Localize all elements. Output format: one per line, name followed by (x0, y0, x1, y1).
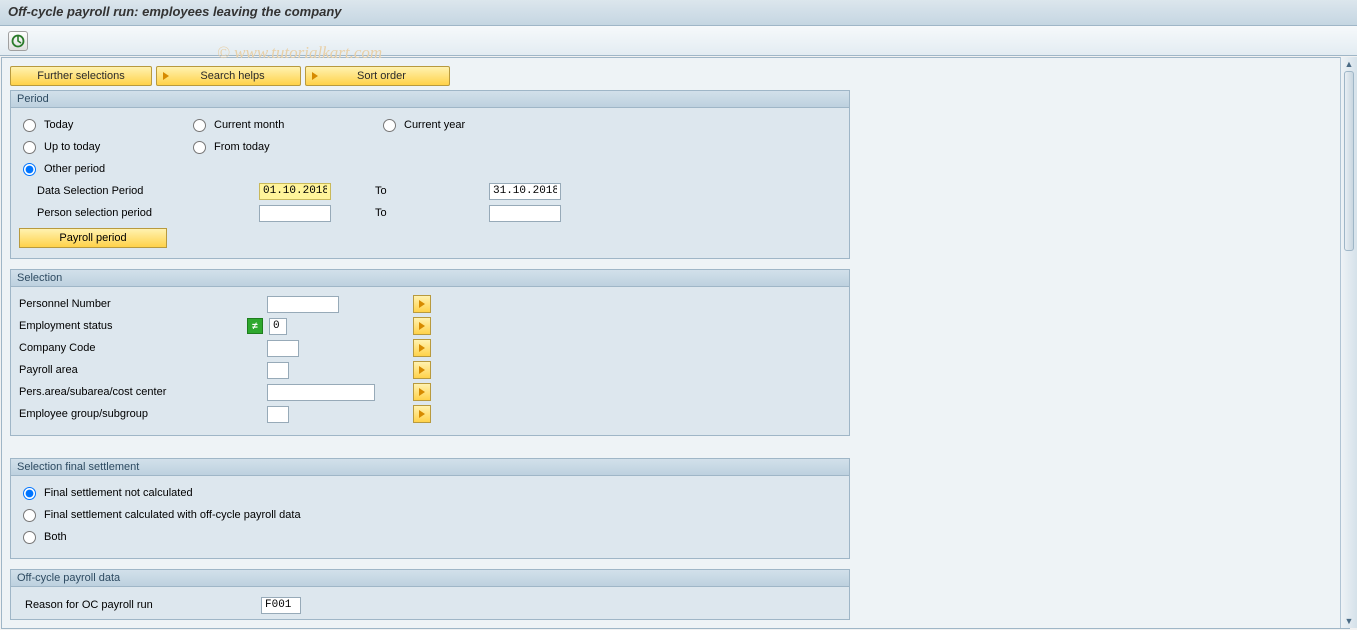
vertical-scrollbar[interactable]: ▲ ▼ (1340, 57, 1357, 628)
person-selection-to-input[interactable] (489, 205, 561, 222)
radio-fs-calculated[interactable] (23, 509, 36, 522)
employment-status-label: Employment status (19, 320, 247, 332)
payroll-area-input[interactable] (267, 362, 289, 379)
data-selection-period-label: Data Selection Period (19, 185, 257, 197)
to-label-2: To (355, 207, 435, 219)
personnel-number-label: Personnel Number (19, 298, 247, 310)
search-helps-label: Search helps (175, 70, 290, 82)
final-settlement-group: Selection final settlement Final settlem… (10, 458, 850, 559)
not-equal-icon[interactable] (247, 318, 263, 334)
employee-group-input[interactable] (267, 406, 289, 423)
radio-from-today-label: From today (214, 141, 270, 153)
personnel-number-input[interactable] (267, 296, 339, 313)
search-helps-button[interactable]: Search helps (156, 66, 301, 86)
execute-icon[interactable] (8, 31, 28, 51)
radio-up-to-today[interactable] (23, 141, 36, 154)
to-label-1: To (355, 185, 435, 197)
further-selections-button[interactable]: Further selections (10, 66, 152, 86)
pers-area-label: Pers.area/subarea/cost center (19, 386, 247, 398)
final-settlement-title: Selection final settlement (11, 459, 849, 476)
window-title: Off-cycle payroll run: employees leaving… (0, 0, 1357, 26)
company-code-more-button[interactable] (413, 339, 431, 357)
radio-up-to-today-label: Up to today (44, 141, 100, 153)
data-selection-from-input[interactable] (259, 183, 331, 200)
period-group: Period Today Up to today Other period Cu… (10, 90, 850, 259)
title-text: Off-cycle payroll run: employees leaving… (8, 4, 342, 19)
radio-today[interactable] (23, 119, 36, 132)
radio-today-label: Today (44, 119, 73, 131)
oc-payroll-title: Off-cycle payroll data (11, 570, 849, 587)
scroll-down-icon[interactable]: ▼ (1345, 616, 1354, 626)
radio-current-month[interactable] (193, 119, 206, 132)
radio-other-period-label: Other period (44, 163, 105, 175)
arrow-right-icon (419, 322, 425, 330)
payroll-period-label: Payroll period (59, 232, 126, 244)
person-selection-from-input[interactable] (259, 205, 331, 222)
radio-fs-both-label: Both (44, 531, 67, 543)
arrow-right-icon (163, 72, 169, 80)
period-group-title: Period (11, 91, 849, 108)
arrow-right-icon (419, 388, 425, 396)
radio-current-year-label: Current year (404, 119, 465, 131)
employee-group-label: Employee group/subgroup (19, 408, 247, 420)
reason-oc-input[interactable] (261, 597, 301, 614)
arrow-right-icon (419, 366, 425, 374)
selection-group-title: Selection (11, 270, 849, 287)
further-selections-label: Further selections (37, 70, 124, 82)
data-selection-to-input[interactable] (489, 183, 561, 200)
oc-payroll-group: Off-cycle payroll data Reason for OC pay… (10, 569, 850, 620)
scroll-up-icon[interactable]: ▲ (1345, 59, 1354, 69)
company-code-label: Company Code (19, 342, 247, 354)
sort-order-label: Sort order (324, 70, 439, 82)
person-selection-period-label: Person selection period (19, 207, 257, 219)
payroll-area-more-button[interactable] (413, 361, 431, 379)
selection-group: Selection Personnel Number Employment st… (10, 269, 850, 436)
radio-from-today[interactable] (193, 141, 206, 154)
radio-current-year[interactable] (383, 119, 396, 132)
pers-area-more-button[interactable] (413, 383, 431, 401)
arrow-right-icon (419, 410, 425, 418)
pers-area-input[interactable] (267, 384, 375, 401)
reason-oc-label: Reason for OC payroll run (25, 599, 253, 611)
radio-fs-not-calculated[interactable] (23, 487, 36, 500)
scroll-thumb[interactable] (1344, 71, 1354, 251)
arrow-right-icon (312, 72, 318, 80)
radio-fs-both[interactable] (23, 531, 36, 544)
arrow-right-icon (419, 344, 425, 352)
sort-order-button[interactable]: Sort order (305, 66, 450, 86)
radio-current-month-label: Current month (214, 119, 284, 131)
company-code-input[interactable] (267, 340, 299, 357)
payroll-period-button[interactable]: Payroll period (19, 228, 167, 248)
radio-fs-calculated-label: Final settlement calculated with off-cyc… (44, 509, 301, 521)
personnel-number-more-button[interactable] (413, 295, 431, 313)
employment-status-more-button[interactable] (413, 317, 431, 335)
employment-status-input[interactable] (269, 318, 287, 335)
radio-other-period[interactable] (23, 163, 36, 176)
application-toolbar (0, 26, 1357, 56)
content-area: Further selections Search helps Sort ord… (1, 57, 1350, 629)
employee-group-more-button[interactable] (413, 405, 431, 423)
selection-buttons-row: Further selections Search helps Sort ord… (10, 66, 1341, 86)
payroll-area-label: Payroll area (19, 364, 247, 376)
arrow-right-icon (419, 300, 425, 308)
radio-fs-not-calculated-label: Final settlement not calculated (44, 487, 193, 499)
